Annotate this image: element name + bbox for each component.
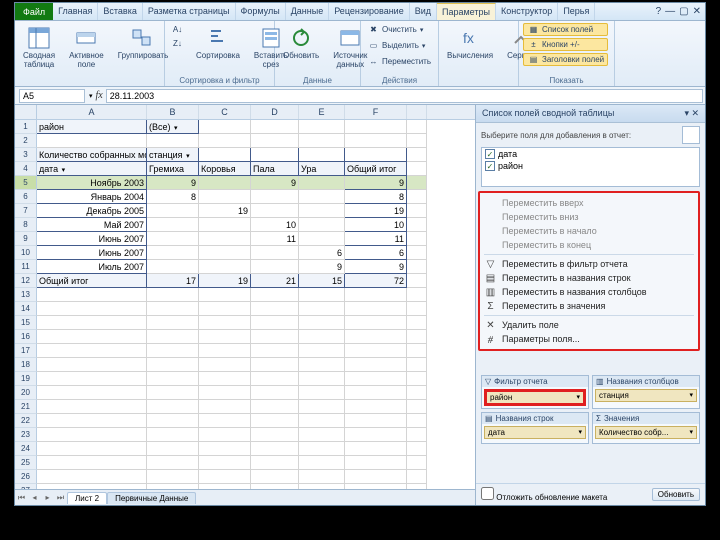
fx-button[interactable]: fx bbox=[93, 90, 106, 101]
field-item[interactable]: ✓район bbox=[482, 160, 699, 172]
menu-move-begin[interactable]: Переместить в начало bbox=[480, 224, 698, 238]
sort-za[interactable]: Z↓ bbox=[169, 37, 186, 50]
zone-rows[interactable]: ▤Названия строк дата▾ bbox=[481, 412, 589, 444]
col-B[interactable]: B bbox=[147, 105, 199, 119]
menu-remove[interactable]: ✕Удалить поле bbox=[480, 318, 698, 332]
sigma-icon: Σ bbox=[484, 301, 497, 312]
tab-view[interactable]: Вид bbox=[410, 3, 437, 20]
sheet-first[interactable]: ⏮ bbox=[15, 493, 28, 503]
minimize-icon[interactable]: — bbox=[665, 6, 675, 17]
svg-text:fx: fx bbox=[463, 30, 474, 46]
checkbox-icon[interactable]: ✓ bbox=[485, 149, 495, 159]
rows-icon: ▤ bbox=[485, 414, 493, 423]
menu-move-down[interactable]: Переместить вниз bbox=[480, 210, 698, 224]
sheet-prev[interactable]: ◂ bbox=[28, 493, 41, 502]
sort-az[interactable]: A↓ bbox=[169, 23, 186, 36]
tab-layout[interactable]: Разметка страницы bbox=[143, 3, 236, 20]
tab-options[interactable]: Параметры bbox=[437, 3, 496, 20]
values-chip[interactable]: Количество собр...▾ bbox=[595, 426, 697, 439]
drop-zones: ▽Фильтр отчета район▾ ▥Названия столбцов… bbox=[481, 375, 700, 444]
col-D[interactable]: D bbox=[251, 105, 299, 119]
x-icon: ✕ bbox=[484, 320, 497, 331]
close-icon[interactable]: ✕ bbox=[693, 6, 701, 17]
sheet-tab-1[interactable]: Лист 2 bbox=[67, 492, 107, 504]
field-list-pane: Список полей сводной таблицы▾ ✕ Выберите… bbox=[475, 105, 705, 505]
formula-input[interactable] bbox=[106, 89, 703, 103]
name-box[interactable] bbox=[19, 89, 85, 103]
settings-icon: ⧣ bbox=[484, 334, 497, 345]
ribbon-tabs: Файл Главная Вставка Разметка страницы Ф… bbox=[15, 3, 705, 21]
col-A[interactable]: A bbox=[37, 105, 147, 119]
window-controls: ? — ▢ ✕ bbox=[656, 3, 705, 20]
rows-icon: ▤ bbox=[484, 273, 497, 284]
spreadsheet[interactable]: A B C D E F 1район(Все) ▾ 2 3Количество … bbox=[15, 105, 475, 505]
refresh-button[interactable]: Обновить bbox=[279, 23, 323, 63]
tab-home[interactable]: Главная bbox=[53, 3, 98, 20]
funnel-icon: ▽ bbox=[484, 259, 497, 270]
tab-data[interactable]: Данные bbox=[286, 3, 330, 20]
buttons-toggle[interactable]: ±Кнопки +/- bbox=[523, 38, 608, 51]
menu-to-values[interactable]: ΣПереместить в значения bbox=[480, 299, 698, 313]
menu-to-rows[interactable]: ▤Переместить в названия строк bbox=[480, 271, 698, 285]
pane-title: Список полей сводной таблицы bbox=[482, 108, 614, 119]
excel-window: Файл Главная Вставка Разметка страницы Ф… bbox=[14, 2, 706, 506]
sigma-icon: Σ bbox=[596, 414, 601, 423]
zone-filter[interactable]: ▽Фильтр отчета район▾ bbox=[481, 375, 589, 409]
col-E[interactable]: E bbox=[299, 105, 345, 119]
col-C[interactable]: C bbox=[199, 105, 251, 119]
field-list[interactable]: ✓дата ✓район bbox=[481, 147, 700, 187]
group-button[interactable]: Группировать bbox=[114, 23, 170, 63]
sheet-tab-2[interactable]: Первичные Данные bbox=[107, 492, 196, 504]
help-icon[interactable]: ? bbox=[656, 6, 662, 17]
select-button[interactable]: ▭Выделить ▾ bbox=[365, 39, 433, 52]
cols-icon: ▥ bbox=[596, 377, 604, 386]
zone-cols[interactable]: ▥Названия столбцов станция▾ bbox=[592, 375, 700, 409]
sheet-last[interactable]: ⏭ bbox=[54, 493, 67, 503]
update-button[interactable]: Обновить bbox=[652, 488, 700, 501]
menu-move-up[interactable]: Переместить вверх bbox=[480, 196, 698, 210]
tab-formulas[interactable]: Формулы bbox=[236, 3, 286, 20]
col-F[interactable]: F bbox=[345, 105, 407, 119]
layout-icon[interactable] bbox=[682, 126, 700, 144]
cols-chip[interactable]: станция▾ bbox=[595, 389, 697, 402]
calc-button[interactable]: fxВычисления bbox=[443, 23, 497, 63]
menu-to-cols[interactable]: ▥Переместить в названия столбцов bbox=[480, 285, 698, 299]
menu-to-filter[interactable]: ▽Переместить в фильтр отчета bbox=[480, 257, 698, 271]
move-button[interactable]: ↔Переместить bbox=[365, 55, 433, 68]
sheet-next[interactable]: ▸ bbox=[41, 493, 54, 502]
rows-chip[interactable]: дата▾ bbox=[484, 426, 586, 439]
activefield-button[interactable]: Активное поле bbox=[65, 23, 108, 72]
formula-bar: ▾ fx bbox=[15, 87, 705, 105]
menu-field-settings[interactable]: ⧣Параметры поля... bbox=[480, 332, 698, 346]
tab-file[interactable]: Файл bbox=[15, 3, 53, 20]
fieldlist-toggle[interactable]: ▦Список полей bbox=[523, 23, 608, 36]
clear-button[interactable]: ✖Очистить ▾ bbox=[365, 23, 433, 36]
ribbon: Сводная таблица Активное поле Группирова… bbox=[15, 21, 705, 87]
pivottable-button[interactable]: Сводная таблица bbox=[19, 23, 59, 72]
grid-rows[interactable]: 1район(Все) ▾ 2 3Количество собранных мо… bbox=[15, 120, 475, 489]
cols-icon: ▥ bbox=[484, 287, 497, 298]
field-item[interactable]: ✓дата bbox=[482, 148, 699, 160]
tab-insert[interactable]: Вставка bbox=[98, 3, 142, 20]
filter-chip[interactable]: район▾ bbox=[484, 389, 586, 406]
field-context-menu: Переместить вверх Переместить вниз Перем… bbox=[478, 191, 700, 351]
defer-update[interactable]: Отложить обновление макета bbox=[481, 487, 607, 502]
funnel-icon: ▽ bbox=[485, 377, 491, 386]
headers-toggle[interactable]: ▤Заголовки полей bbox=[523, 53, 608, 66]
pane-menu-icon[interactable]: ▾ ✕ bbox=[684, 108, 699, 119]
tab-addon[interactable]: Перья bbox=[558, 3, 595, 20]
zone-values[interactable]: ΣЗначения Количество собр...▾ bbox=[592, 412, 700, 444]
tab-design[interactable]: Конструктор bbox=[496, 3, 558, 20]
checkbox-icon[interactable]: ✓ bbox=[485, 161, 495, 171]
menu-move-end[interactable]: Переместить в конец bbox=[480, 238, 698, 252]
sort-button[interactable]: Сортировка bbox=[192, 23, 244, 63]
restore-icon[interactable]: ▢ bbox=[679, 6, 688, 17]
tab-review[interactable]: Рецензирование bbox=[329, 3, 410, 20]
sheet-tabs: ⏮ ◂ ▸ ⏭ Лист 2 Первичные Данные bbox=[15, 489, 475, 505]
